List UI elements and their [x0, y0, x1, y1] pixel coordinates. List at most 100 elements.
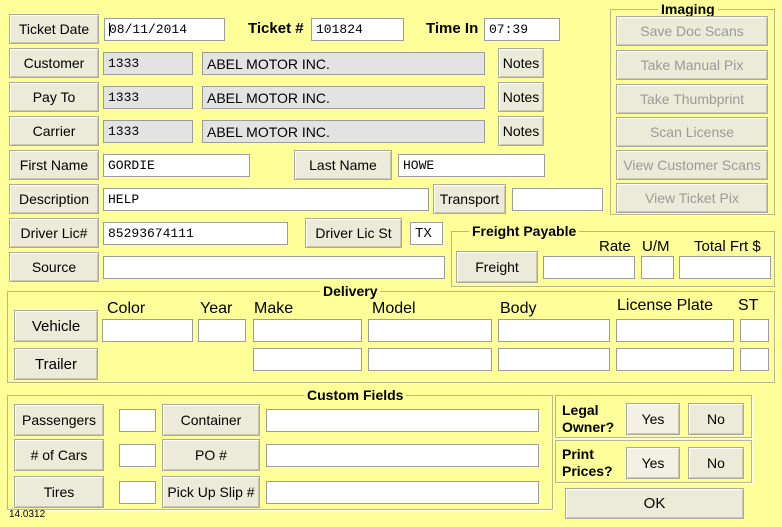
- freight-total-label: Total Frt $: [694, 238, 761, 255]
- legal-owner-label-line-1: Legal: [562, 402, 599, 418]
- customer-button[interactable]: Customer: [9, 48, 99, 78]
- freight-um-label: U/M: [642, 238, 670, 255]
- delivery-col-color: Color: [107, 300, 146, 317]
- pick-up-slip-button[interactable]: Pick Up Slip #: [162, 476, 260, 508]
- pay-to-name-input[interactable]: ABEL MOTOR INC.: [202, 86, 485, 109]
- delivery-col-model: Model: [372, 300, 416, 317]
- print-prices-label-line-2: Prices?: [562, 463, 613, 479]
- last-name-input[interactable]: HOWE: [398, 154, 545, 177]
- legal-owner-yes-button[interactable]: Yes: [626, 403, 680, 435]
- pay-to-button[interactable]: Pay To: [9, 82, 99, 112]
- take-thumbprint-button[interactable]: Take Thumbprint: [616, 84, 768, 114]
- vehicle-year-input[interactable]: [198, 319, 246, 342]
- time-in-value: 07:39: [489, 22, 529, 37]
- vehicle-button[interactable]: Vehicle: [14, 310, 98, 342]
- first-name-button[interactable]: First Name: [9, 150, 99, 180]
- driver-lic-state-value: TX: [415, 225, 432, 242]
- view-customer-scans-button[interactable]: View Customer Scans: [616, 150, 768, 180]
- print-prices-label: Print Prices?: [562, 446, 613, 480]
- delivery-col-make: Make: [254, 300, 294, 317]
- transport-button[interactable]: Transport: [433, 184, 506, 214]
- delivery-col-license-plate: License Plate: [617, 297, 714, 314]
- vehicle-license-plate-input[interactable]: [616, 319, 734, 342]
- legal-owner-label-line-2: Owner?: [562, 419, 615, 435]
- text-caret: [109, 23, 110, 36]
- vehicle-st-input[interactable]: [740, 319, 769, 342]
- pick-up-slip-input[interactable]: [266, 481, 539, 504]
- save-doc-scans-button[interactable]: Save Doc Scans: [616, 16, 768, 46]
- number-of-cars-button[interactable]: # of Cars: [14, 439, 104, 471]
- vehicle-make-input[interactable]: [253, 319, 362, 342]
- legal-owner-no-button[interactable]: No: [688, 403, 744, 435]
- pay-to-name-value: ABEL MOTOR INC.: [207, 89, 330, 106]
- freight-total-input[interactable]: [679, 256, 771, 279]
- pay-to-notes-button[interactable]: Notes: [498, 82, 544, 112]
- driver-lic-button[interactable]: Driver Lic#: [9, 218, 99, 248]
- trailer-license-plate-input[interactable]: [616, 348, 734, 371]
- po-number-button[interactable]: PO #: [162, 439, 260, 471]
- customer-name-value: ABEL MOTOR INC.: [207, 55, 330, 72]
- view-ticket-pix-button[interactable]: View Ticket Pix: [616, 183, 768, 213]
- carrier-notes-button[interactable]: Notes: [498, 116, 544, 146]
- carrier-code-input[interactable]: 1333: [103, 120, 193, 143]
- tires-button[interactable]: Tires: [14, 476, 104, 508]
- passengers-button[interactable]: Passengers: [14, 404, 104, 436]
- ticket-number-input[interactable]: 101824: [311, 18, 404, 41]
- pay-to-code-input[interactable]: 1333: [103, 86, 193, 109]
- carrier-code-value: 1333: [108, 124, 140, 139]
- vehicle-body-input[interactable]: [498, 319, 610, 342]
- delivery-col-body: Body: [500, 300, 537, 317]
- legal-owner-label: Legal Owner?: [562, 402, 614, 436]
- vehicle-model-input[interactable]: [368, 319, 492, 342]
- freight-rate-label: Rate: [599, 238, 631, 255]
- container-button[interactable]: Container: [162, 404, 260, 436]
- ticket-number-label: Ticket #: [248, 20, 304, 37]
- customer-notes-button[interactable]: Notes: [498, 48, 544, 78]
- customer-code-value: 1333: [108, 56, 140, 71]
- time-in-input[interactable]: 07:39: [484, 18, 560, 41]
- ok-button[interactable]: OK: [565, 488, 744, 519]
- imaging-title: Imaging: [658, 2, 718, 16]
- passengers-input[interactable]: [119, 409, 156, 432]
- last-name-value: HOWE: [403, 158, 435, 173]
- delivery-title: Delivery: [320, 284, 381, 298]
- first-name-input[interactable]: GORDIE: [103, 154, 250, 177]
- last-name-button[interactable]: Last Name: [294, 150, 392, 180]
- ticket-date-button[interactable]: Ticket Date: [9, 14, 99, 44]
- freight-rate-input[interactable]: [543, 256, 635, 279]
- carrier-name-value: ABEL MOTOR INC.: [207, 123, 330, 140]
- carrier-name-input[interactable]: ABEL MOTOR INC.: [202, 120, 485, 143]
- source-button[interactable]: Source: [9, 252, 99, 282]
- trailer-button[interactable]: Trailer: [14, 348, 98, 380]
- carrier-button[interactable]: Carrier: [9, 116, 99, 146]
- vehicle-color-input[interactable]: [102, 319, 193, 342]
- driver-lic-input[interactable]: 85293674111: [103, 222, 288, 245]
- description-button[interactable]: Description: [9, 184, 99, 214]
- transport-input[interactable]: [512, 188, 603, 211]
- driver-lic-value: 85293674111: [108, 226, 194, 241]
- scan-license-button[interactable]: Scan License: [616, 117, 768, 147]
- trailer-st-input[interactable]: [740, 348, 769, 371]
- trailer-body-input[interactable]: [498, 348, 610, 371]
- po-number-input[interactable]: [266, 444, 539, 467]
- source-input[interactable]: [103, 256, 445, 279]
- freight-um-input[interactable]: [641, 256, 674, 279]
- ticket-number-value: 101824: [316, 22, 363, 37]
- ticket-date-input[interactable]: 08/11/2014: [104, 18, 225, 41]
- driver-lic-state-button[interactable]: Driver Lic St: [305, 218, 402, 248]
- container-input[interactable]: [266, 409, 539, 432]
- freight-button[interactable]: Freight: [456, 251, 538, 283]
- time-in-label: Time In: [426, 20, 479, 37]
- tires-input[interactable]: [119, 481, 156, 504]
- take-manual-pix-button[interactable]: Take Manual Pix: [616, 50, 768, 80]
- trailer-model-input[interactable]: [368, 348, 492, 371]
- description-input[interactable]: HELP: [103, 188, 429, 211]
- version-label: 14.0312: [9, 509, 46, 520]
- trailer-make-input[interactable]: [253, 348, 362, 371]
- customer-name-input[interactable]: ABEL MOTOR INC.: [202, 52, 485, 75]
- print-prices-no-button[interactable]: No: [688, 447, 744, 479]
- driver-lic-state-input[interactable]: TX: [410, 222, 443, 245]
- customer-code-input[interactable]: 1333: [103, 52, 193, 75]
- print-prices-yes-button[interactable]: Yes: [626, 447, 680, 479]
- number-of-cars-input[interactable]: [119, 444, 156, 467]
